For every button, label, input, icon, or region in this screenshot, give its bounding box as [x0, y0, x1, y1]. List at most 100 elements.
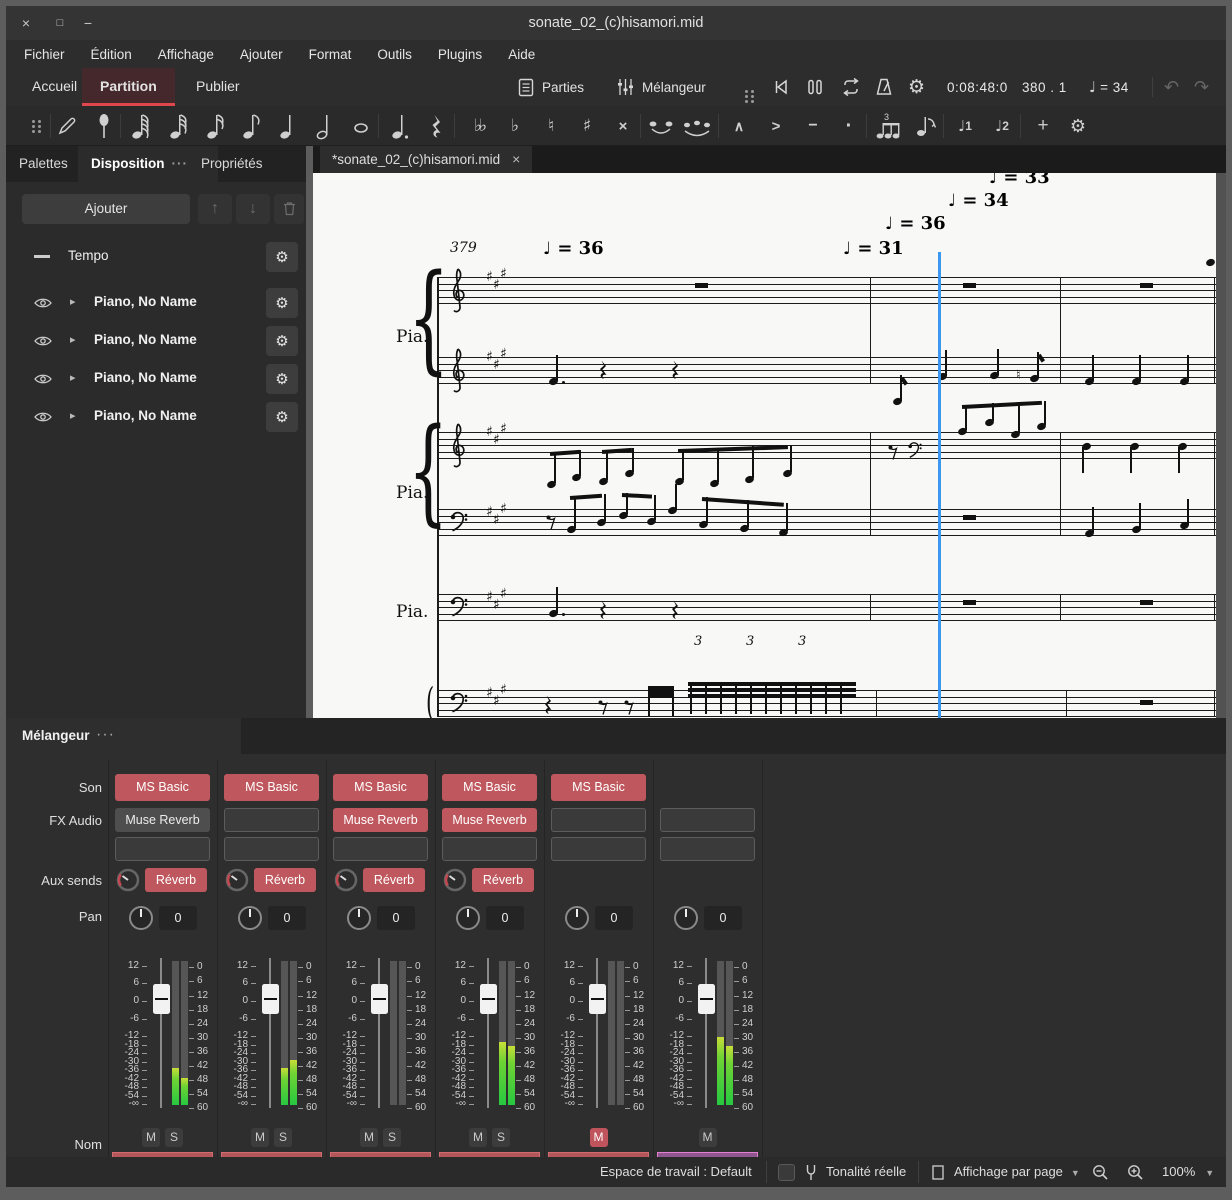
zoom-level-select[interactable]: 100%▼: [1162, 1157, 1214, 1188]
slur-icon[interactable]: [682, 112, 712, 140]
expand-caret-icon[interactable]: ▸: [70, 333, 76, 346]
augmentation-dot-icon[interactable]: [386, 112, 416, 140]
drag-handle-icon[interactable]: [18, 112, 48, 140]
note-32nd-icon[interactable]: [164, 112, 194, 140]
sharp-icon[interactable]: ♯: [572, 112, 602, 140]
fader-track[interactable]: [160, 958, 162, 1108]
aux-send-button[interactable]: Réverb: [472, 868, 534, 892]
double-sharp-icon[interactable]: ×: [608, 112, 638, 140]
layout-item-tempo[interactable]: Tempo⚙: [6, 238, 306, 276]
staccato-icon[interactable]: ·: [834, 112, 864, 140]
mixer-tab[interactable]: Mélangeur ···: [6, 718, 241, 754]
note-quarter-icon[interactable]: [274, 112, 304, 140]
zoom-out-icon[interactable]: [1092, 1164, 1109, 1181]
fader-track[interactable]: [378, 958, 380, 1108]
aux-send-knob[interactable]: [442, 867, 468, 898]
fader-track[interactable]: [705, 958, 707, 1108]
close-window-icon[interactable]: ×: [16, 6, 36, 40]
score-scrollbar-gutter[interactable]: [1216, 173, 1226, 718]
aux-send-button[interactable]: Réverb: [145, 868, 207, 892]
fader-handle[interactable]: [262, 984, 279, 1014]
tab-publier[interactable]: Publier: [178, 68, 258, 106]
solo-button[interactable]: S: [274, 1128, 292, 1147]
item-settings-button[interactable]: ⚙: [266, 402, 298, 432]
pan-knob[interactable]: [127, 904, 155, 937]
rewind-button[interactable]: [772, 75, 792, 99]
pan-value[interactable]: 0: [595, 906, 633, 930]
tempo-mark[interactable]: ♩ = 36: [543, 238, 604, 259]
mute-button[interactable]: M: [699, 1128, 717, 1147]
layout-item-instrument[interactable]: ▸Piano, No Name⚙: [6, 322, 306, 360]
playback-cursor[interactable]: [938, 252, 941, 718]
pan-knob[interactable]: [563, 904, 591, 937]
visibility-eye-icon[interactable]: [34, 410, 52, 428]
redo-button[interactable]: ↷: [1194, 75, 1209, 99]
concert-pitch-checkbox[interactable]: [778, 1164, 795, 1181]
note-64th-icon[interactable]: [126, 112, 156, 140]
metronome-button[interactable]: [874, 75, 894, 99]
minimize-window-icon[interactable]: −: [78, 6, 98, 40]
playback-drag-handle[interactable]: [745, 79, 748, 103]
fx-slot-empty[interactable]: [660, 808, 755, 832]
move-down-button[interactable]: ↓: [236, 194, 270, 224]
note-cursor-icon[interactable]: [89, 112, 119, 140]
fx-slot-empty[interactable]: [442, 837, 537, 861]
solo-button[interactable]: S: [492, 1128, 510, 1147]
mixer-toggle-button[interactable]: Mélangeur: [617, 75, 706, 99]
aux-send-knob[interactable]: [333, 867, 359, 898]
fx-slot-button[interactable]: Muse Reverb: [333, 808, 428, 832]
tempo-mark[interactable]: ♩ = 33: [989, 173, 1050, 188]
pan-knob[interactable]: [345, 904, 373, 937]
playback-time[interactable]: 0:08:48:0: [947, 75, 1008, 99]
aux-send-knob[interactable]: [224, 867, 250, 898]
sound-button[interactable]: MS Basic: [224, 774, 319, 801]
aux-send-button[interactable]: Réverb: [363, 868, 425, 892]
fx-slot-empty[interactable]: [224, 808, 319, 832]
menu-outils[interactable]: Outils: [377, 47, 412, 62]
pan-knob[interactable]: [454, 904, 482, 937]
concert-pitch-label[interactable]: Tonalité réelle: [826, 1157, 906, 1187]
tab-proprietes[interactable]: Propriétés: [188, 146, 276, 182]
visibility-eye-icon[interactable]: [34, 334, 52, 352]
fx-slot-empty[interactable]: [333, 837, 428, 861]
note-half-icon[interactable]: [311, 112, 341, 140]
pause-button[interactable]: [806, 75, 824, 99]
maximize-window-icon[interactable]: □: [50, 6, 70, 40]
playback-settings-button[interactable]: ⚙: [908, 75, 925, 99]
tempo-mark[interactable]: ♩ = 34: [948, 190, 1009, 211]
note-16th-icon[interactable]: [201, 112, 231, 140]
visibility-eye-icon[interactable]: [34, 296, 52, 314]
fader-handle[interactable]: [480, 984, 497, 1014]
expand-caret-icon[interactable]: ▸: [70, 295, 76, 308]
fx-slot-empty[interactable]: [660, 837, 755, 861]
note-input-pencil-icon[interactable]: [52, 112, 82, 140]
menu-fichier[interactable]: Fichier: [24, 47, 65, 62]
mute-button[interactable]: M: [590, 1128, 608, 1147]
fader-handle[interactable]: [698, 984, 715, 1014]
expand-caret-icon[interactable]: ▸: [70, 409, 76, 422]
undo-button[interactable]: ↶: [1164, 75, 1179, 99]
fader-handle[interactable]: [589, 984, 606, 1014]
menu-plugins[interactable]: Plugins: [438, 47, 482, 62]
menu-aide[interactable]: Aide: [508, 47, 535, 62]
fx-slot-empty[interactable]: [551, 808, 646, 832]
expand-caret-icon[interactable]: ▸: [70, 371, 76, 384]
tab-partition[interactable]: Partition: [82, 68, 175, 106]
pan-value[interactable]: 0: [159, 906, 197, 930]
instrument-label[interactable]: Pia.: [396, 602, 428, 622]
tab-palettes[interactable]: Palettes: [6, 146, 81, 182]
score-tab[interactable]: *sonate_02_(c)hisamori.mid×: [320, 146, 532, 173]
score-page[interactable]: ♯♯♯♯♯♯♯♯♯♯♯♯♯♯♯♯♯♯379♩ = 36♩ = 31♩ = 36♩…: [313, 173, 1216, 718]
accent-icon[interactable]: >: [761, 112, 791, 140]
layout-item-instrument[interactable]: ▸Piano, No Name⚙: [6, 398, 306, 436]
menu-ajouter[interactable]: Ajouter: [240, 47, 283, 62]
flat-icon[interactable]: ♭: [500, 112, 530, 140]
fx-slot-empty[interactable]: [115, 837, 210, 861]
aux-send-button[interactable]: Réverb: [254, 868, 316, 892]
view-mode-select[interactable]: Affichage par page▼: [954, 1157, 1080, 1188]
voice-1-icon[interactable]: ♩1: [950, 112, 980, 140]
marcato-icon[interactable]: ∧: [724, 112, 754, 140]
add-instrument-button[interactable]: Ajouter: [22, 194, 190, 224]
zoom-in-icon[interactable]: [1127, 1164, 1144, 1181]
mute-button[interactable]: M: [251, 1128, 269, 1147]
